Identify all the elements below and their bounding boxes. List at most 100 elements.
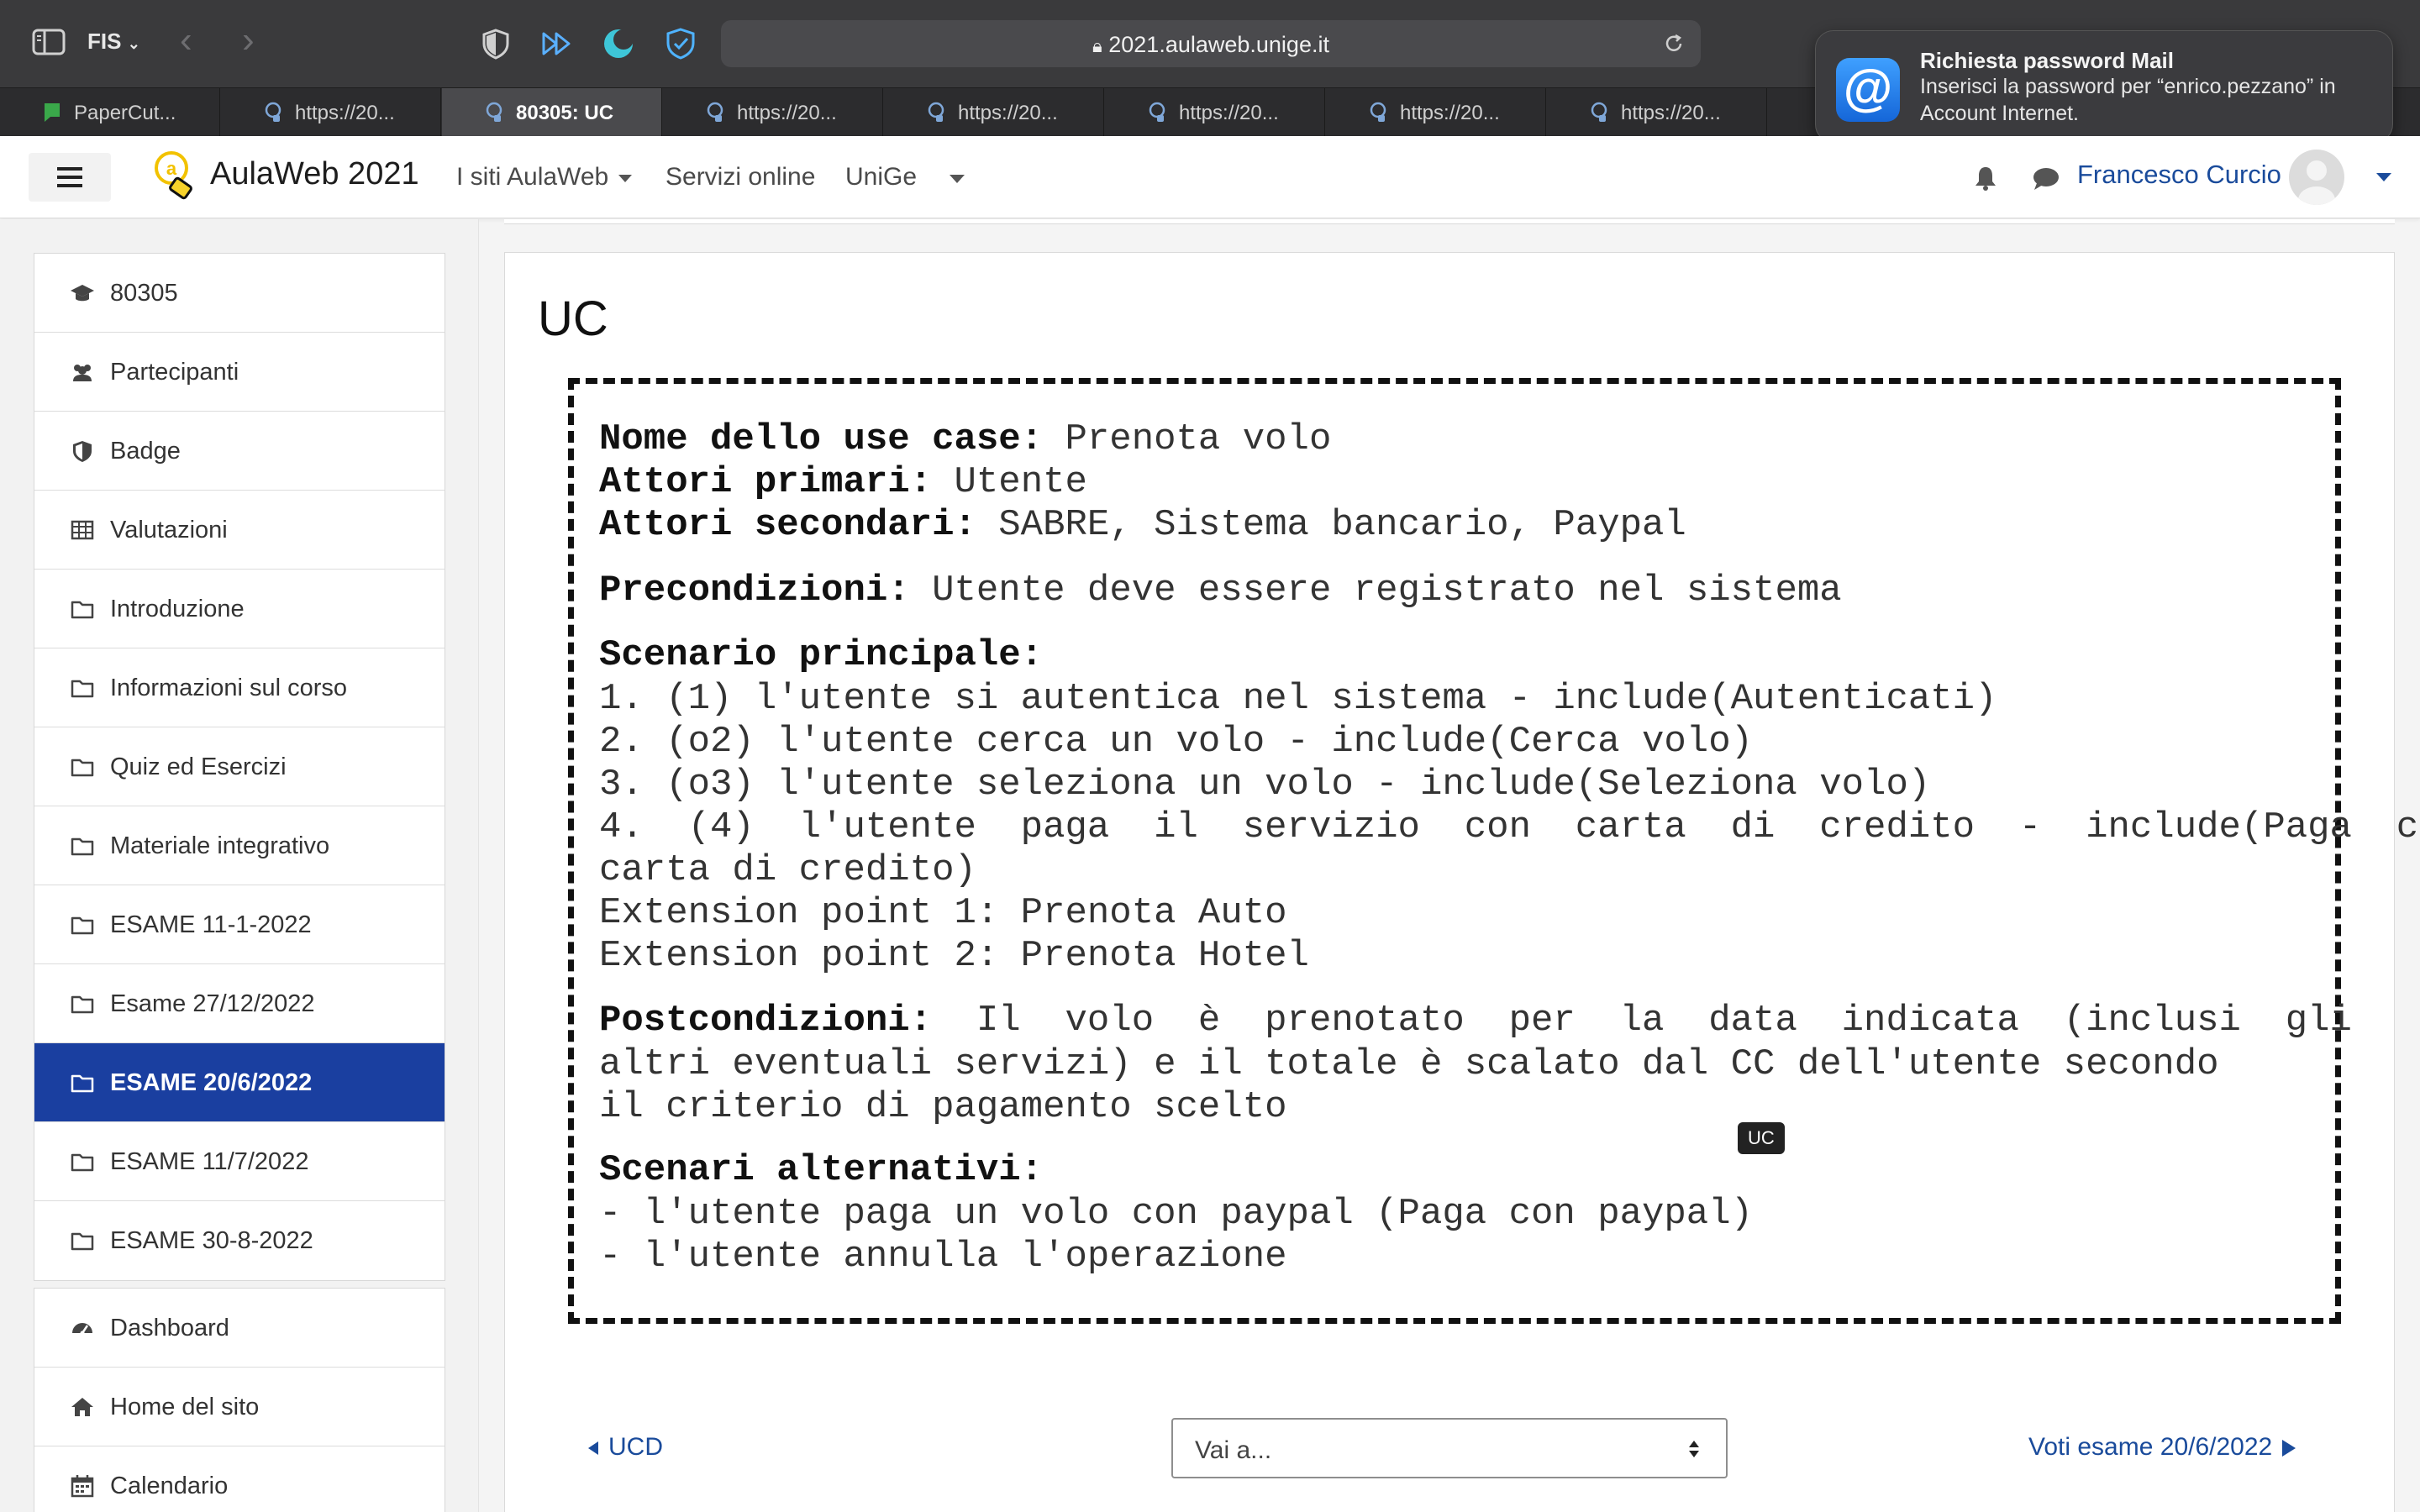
- mail-at-icon: @: [1836, 58, 1900, 122]
- sidebar-item-label: Esame 27/12/2022: [110, 990, 315, 1017]
- tab-label: PaperCut...: [74, 102, 176, 124]
- tab-aulaweb[interactable]: https://20...: [663, 88, 883, 137]
- sidebar-item-label: 80305: [110, 280, 178, 307]
- users-icon: [73, 365, 92, 381]
- triangle-left-icon: [588, 1441, 598, 1456]
- address-bar[interactable]: 🔒︎ 2021.aulaweb.unige.it: [721, 20, 1701, 67]
- dark-mode-extension-icon[interactable]: [602, 27, 635, 60]
- image-tooltip: UC: [1738, 1122, 1785, 1154]
- mail-password-notification[interactable]: @ Richiesta password Mail Inserisci la p…: [1815, 30, 2393, 143]
- sidebar-item-home-del-sito[interactable]: Home del sito: [34, 1368, 445, 1446]
- back-icon[interactable]: ‹: [180, 22, 192, 59]
- aulaweb-logo-icon[interactable]: a: [151, 148, 198, 207]
- sidebar-item-materiale-integrativo[interactable]: Materiale integrativo: [34, 806, 445, 885]
- sidebar-item-esame-27-12-2022[interactable]: Esame 27/12/2022: [34, 964, 445, 1043]
- fast-forward-extension-icon[interactable]: [539, 27, 573, 60]
- previous-activity-link[interactable]: UCD: [588, 1433, 663, 1462]
- sidebar-item-label: Introduzione: [110, 596, 245, 622]
- reload-icon[interactable]: [1662, 32, 1686, 55]
- url-text: 🔒︎ 2021.aulaweb.unige.it: [1092, 32, 1329, 57]
- triangle-right-icon: [2282, 1440, 2296, 1457]
- site-nav-group: Dashboard Home del sito Calendario: [34, 1288, 445, 1512]
- aulaweb-favicon-icon: [707, 102, 723, 122]
- jump-to-value: Vai a...: [1195, 1436, 1272, 1464]
- sidebar-item-label: Home del sito: [110, 1394, 260, 1420]
- folder-icon: [71, 1232, 94, 1251]
- user-menu-chevron-icon[interactable]: [2376, 173, 2391, 181]
- aulaweb-favicon-icon: [1370, 102, 1386, 122]
- sidebar-item-badge[interactable]: Badge: [34, 412, 445, 491]
- chevron-down-icon[interactable]: [950, 175, 965, 183]
- tab-aulaweb[interactable]: https://20...: [1547, 88, 1767, 137]
- tab-label: https://20...: [295, 102, 395, 124]
- folder-icon: [71, 837, 94, 856]
- sidebar-item-calendario[interactable]: Calendario: [34, 1446, 445, 1512]
- uc-step: 1. (1) l'utente si autentica nel sistema…: [599, 678, 1997, 720]
- user-avatar[interactable]: [2289, 150, 2344, 205]
- tab-aulaweb[interactable]: https://20...: [1326, 88, 1546, 137]
- bell-icon[interactable]: [1973, 165, 1998, 192]
- sidebar-item-esame-30-8-2022[interactable]: ESAME 30-8-2022: [34, 1201, 445, 1280]
- calendar-icon: [71, 1475, 94, 1498]
- folder-icon: [71, 995, 94, 1014]
- uc-step: Extension point 1: Prenota Auto: [599, 892, 1287, 934]
- uc-alternative: - l'utente annulla l'operazione: [599, 1236, 1287, 1278]
- sidebar-item-quiz-ed-esercizi[interactable]: Quiz ed Esercizi: [34, 727, 445, 806]
- uc-step: carta di credito): [599, 849, 976, 891]
- nav-siti-aulaweb[interactable]: I siti AulaWeb: [456, 163, 633, 192]
- site-brand[interactable]: AulaWeb 2021: [210, 156, 419, 192]
- sidebar-item-valutazioni[interactable]: Valutazioni: [34, 491, 445, 570]
- uc-secondary-line: Attori secondari: SABRE, Sistema bancari…: [599, 504, 1686, 546]
- folder-icon: [71, 601, 94, 619]
- folder-icon: [71, 916, 94, 935]
- tab-label: https://20...: [737, 102, 837, 124]
- use-case-image: Nome dello use case: Prenota volo Attori…: [568, 378, 2420, 1324]
- tab-label: https://20...: [1400, 102, 1500, 124]
- uc-step: 4. (4) l'utente paga il servizio con car…: [599, 806, 2420, 848]
- user-name[interactable]: Francesco Curcio: [2077, 160, 2281, 190]
- sidebar-item-esame-20-6-2022[interactable]: ESAME 20/6/2022: [34, 1043, 445, 1122]
- shield-check-extension-icon[interactable]: [664, 27, 697, 60]
- nav-servizi-online[interactable]: Servizi online: [666, 163, 815, 192]
- jump-to-select[interactable]: Vai a...: [1171, 1418, 1728, 1478]
- uc-postcondition-line: Postcondizioni: Il volo è prenotato per …: [599, 1000, 2352, 1042]
- sidebar-item-esame-11-7-2022[interactable]: ESAME 11/7/2022: [34, 1122, 445, 1201]
- uc-main-scenario-heading: Scenario principale:: [599, 634, 1044, 676]
- tab-aulaweb[interactable]: https://20...: [221, 88, 441, 137]
- sidebar-toggle-icon[interactable]: [32, 29, 66, 55]
- tab-uc-active[interactable]: 80305: UC: [442, 88, 662, 137]
- sidebar-item-80305[interactable]: 80305: [34, 254, 445, 333]
- lock-icon: 🔒︎: [1092, 35, 1102, 56]
- sidebar-item-label: ESAME 20/6/2022: [110, 1069, 313, 1096]
- uc-alternative: - l'utente paga un volo con paypal (Paga…: [599, 1193, 1754, 1235]
- sidebar-item-label: ESAME 30-8-2022: [110, 1227, 313, 1254]
- drawer-toggle-button[interactable]: [29, 153, 111, 202]
- tab-aulaweb[interactable]: https://20...: [884, 88, 1104, 137]
- nav-drawer: 80305 Partecipanti Badge Valutazioni Introdu…: [0, 219, 479, 1512]
- course-nav-group: 80305 Partecipanti Badge Valutazioni Introdu…: [34, 253, 445, 1281]
- forward-icon[interactable]: ›: [242, 22, 255, 59]
- sidebar-item-partecipanti[interactable]: Partecipanti: [34, 333, 445, 412]
- uc-primary-line: Attori primari: Utente: [599, 461, 1087, 503]
- nav-unige[interactable]: UniGe: [845, 163, 917, 192]
- uc-alternatives-heading: Scenari alternativi:: [599, 1149, 1044, 1191]
- tab-papercut[interactable]: PaperCut...: [0, 88, 220, 137]
- chat-icon[interactable]: [2032, 166, 2060, 192]
- dashboard-icon: [72, 1323, 92, 1336]
- next-activity-link[interactable]: Voti esame 20/6/2022: [2028, 1433, 2296, 1462]
- tab-aulaweb[interactable]: https://20...: [1105, 88, 1325, 137]
- sidebar-item-informazioni-sul-corso[interactable]: Informazioni sul corso: [34, 648, 445, 727]
- select-updown-icon: [1689, 1441, 1699, 1457]
- page-title: UC: [538, 291, 608, 346]
- sidebar-item-introduzione[interactable]: Introduzione: [34, 570, 445, 648]
- home-icon: [71, 1398, 93, 1416]
- table-icon: [71, 520, 94, 540]
- notification-body: Inserisci la password per “enrico.pezzan…: [1920, 75, 2336, 125]
- privacy-shield-icon[interactable]: [479, 27, 513, 60]
- uc-step: 3. (o3) l'utente seleziona un volo - inc…: [599, 764, 1931, 806]
- region-top-edge: [504, 219, 2395, 224]
- sidebar-item-esame-11-1-2022[interactable]: ESAME 11-1-2022: [34, 885, 445, 964]
- profile-menu[interactable]: FIS ⌄: [87, 29, 140, 55]
- sidebar-item-label: Quiz ed Esercizi: [110, 753, 287, 780]
- sidebar-item-dashboard[interactable]: Dashboard: [34, 1289, 445, 1368]
